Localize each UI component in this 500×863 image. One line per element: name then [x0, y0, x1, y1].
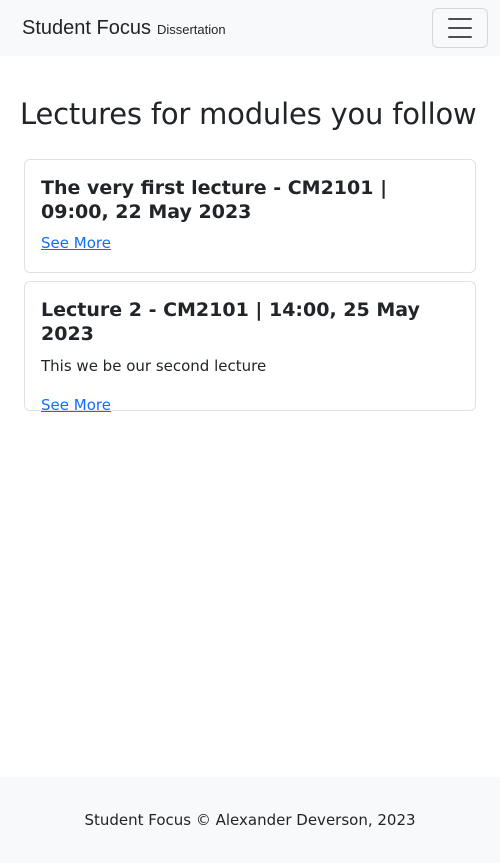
page-footer: Student Focus © Alexander Deverson, 2023	[0, 777, 500, 863]
navbar-toggler-button[interactable]	[432, 8, 488, 48]
lecture-title: The very first lecture - CM2101 | 09:00,…	[41, 177, 388, 223]
hamburger-menu-icon	[448, 27, 472, 29]
brand-subtitle: Dissertation	[156, 21, 226, 37]
top-navbar: Student Focus Dissertation	[0, 0, 500, 56]
see-more-link[interactable]: See More	[41, 396, 111, 414]
brand-title: Student Focus	[22, 16, 151, 39]
lecture-title: Lecture 2 - CM2101 | 14:00, 25 May 2023	[41, 299, 420, 345]
brand-link[interactable]: Student Focus Dissertation	[22, 17, 226, 40]
lecture-card: The very first lecture - CM2101 | 09:00,…	[24, 159, 476, 273]
hamburger-menu-icon	[448, 36, 472, 38]
page-title: Lectures for modules you follow	[20, 97, 477, 131]
footer-copyright: Student Focus © Alexander Deverson, 2023	[84, 811, 416, 829]
lecture-card: Lecture 2 - CM2101 | 14:00, 25 May 2023 …	[24, 281, 476, 414]
lecture-description: This we be our second lecture	[41, 357, 267, 375]
see-more-link[interactable]: See More	[41, 234, 111, 252]
hamburger-menu-icon	[448, 18, 472, 20]
main-content: Lectures for modules you follow The very…	[0, 56, 500, 414]
